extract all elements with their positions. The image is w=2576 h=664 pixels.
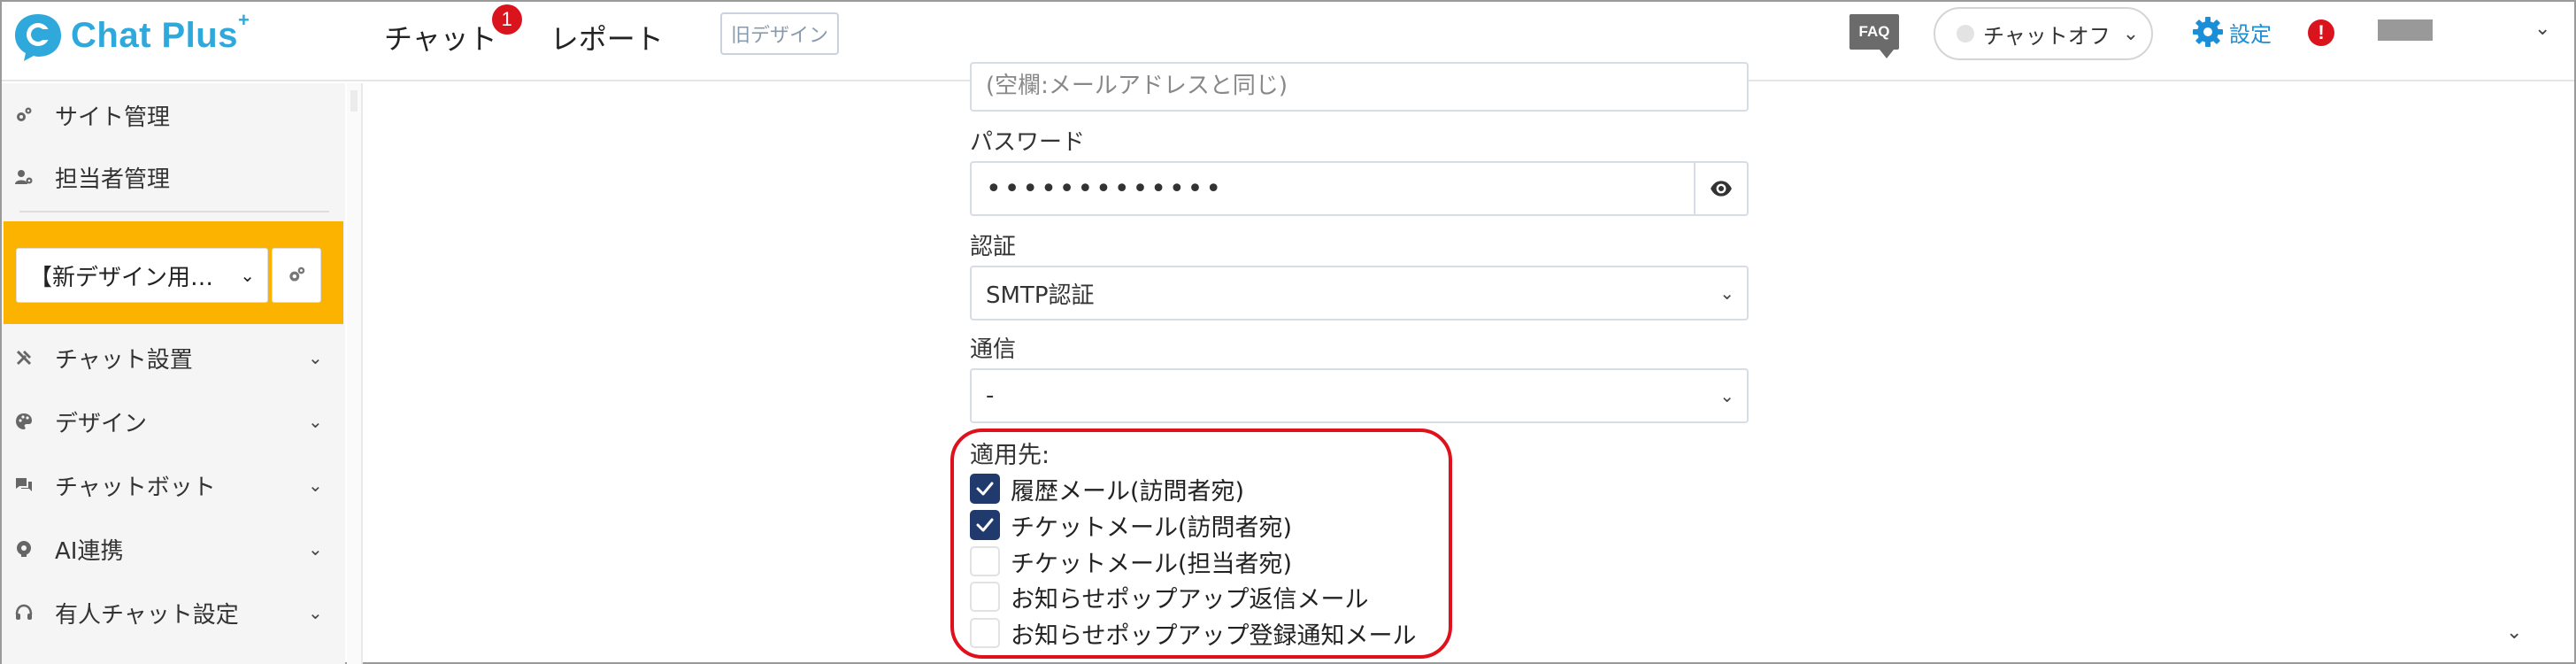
nav-report[interactable]: レポート <box>550 17 664 58</box>
main-nav: チャット 1 レポート <box>384 4 664 66</box>
password-field[interactable]: ••••••••••••• <box>970 161 1696 216</box>
chatplus-logo[interactable]: Chat Plus+ <box>12 9 250 66</box>
checkbox-popup-reply-mail[interactable]: お知らせポップアップ返信メール <box>970 581 1369 614</box>
chevron-down-icon: ⌄ <box>2122 22 2140 45</box>
checkbox-label: チケットメール(訪問者宛) <box>1011 513 1293 542</box>
chat-count-badge: 1 <box>491 4 522 35</box>
auth-label: 認証 <box>970 234 1017 260</box>
checkbox-ticket-mail-visitor[interactable]: チケットメール(訪問者宛) <box>970 509 1293 542</box>
alert-icon[interactable]: ! <box>2308 19 2334 46</box>
checkbox-history-mail-visitor[interactable]: 履歴メール(訪問者宛) <box>970 473 1245 506</box>
site-settings-button[interactable] <box>272 248 321 303</box>
site-selector-panel: 【新デザイン用… ⌄ <box>4 221 343 324</box>
settings-label: 設定 <box>2229 21 2272 47</box>
settings-button[interactable]: 設定 <box>2190 12 2272 51</box>
chat-bubbles-icon <box>14 475 34 495</box>
sidebar-scrollbar-thumb[interactable] <box>350 90 358 112</box>
gears-icon <box>14 105 34 125</box>
chat-status-label: チャットオフ <box>1983 23 2111 49</box>
sidebar-item-live-chat-settings[interactable]: 有人チャット設定 ⌄ <box>2 586 345 639</box>
faq-icon[interactable]: FAQ <box>1849 14 1899 58</box>
sidebar-item-chatbot[interactable]: チャットボット ⌄ <box>2 459 345 512</box>
smtp-user-field[interactable]: (空欄:メールアドレスと同じ) <box>970 62 1749 112</box>
gears-icon <box>289 266 305 282</box>
chevron-down-icon: ⌄ <box>308 602 323 623</box>
communication-select[interactable]: - ⌄ <box>970 368 1749 423</box>
checkbox-label: チケットメール(担当者宛) <box>1011 550 1293 578</box>
nav-chat[interactable]: チャット 1 <box>384 4 522 58</box>
sidebar-item-staff-management[interactable]: 担当者管理 <box>2 151 345 204</box>
sidebar-item-ai[interactable]: AI連携 ⌄ <box>2 522 345 575</box>
logo-text: Chat Plus+ <box>71 9 250 55</box>
palette-icon <box>14 412 34 431</box>
old-design-button[interactable]: 旧デザイン <box>720 12 839 55</box>
smtp-user-placeholder: (空欄:メールアドレスと同じ) <box>986 73 1288 99</box>
checkbox-checked[interactable] <box>970 474 1000 504</box>
show-password-button[interactable] <box>1694 161 1749 216</box>
checkbox-ticket-mail-staff[interactable]: チケットメール(担当者宛) <box>970 545 1293 578</box>
sidebar: サイト管理 担当者管理 【新デザイン用… ⌄ チャット設置 ⌄ デザイン ⌄ チ… <box>2 83 345 664</box>
status-dot-icon <box>1957 25 1974 42</box>
password-value: ••••••••••••• <box>986 173 1225 205</box>
site-select-dropdown[interactable]: 【新デザイン用… ⌄ <box>16 248 268 303</box>
sidebar-item-site-management[interactable]: サイト管理 <box>2 89 345 142</box>
user-menu-chevron-icon[interactable]: ⌄ <box>2534 18 2550 40</box>
checkbox-checked[interactable] <box>970 510 1000 540</box>
ai-icon <box>14 539 34 559</box>
chevron-down-icon: ⌄ <box>1719 385 1734 406</box>
sidebar-item-design[interactable]: デザイン ⌄ <box>2 395 345 448</box>
user-settings-icon <box>14 167 34 187</box>
auth-select[interactable]: SMTP認証 ⌄ <box>970 266 1749 320</box>
apply-to-label: 適用先: <box>970 442 1050 469</box>
checkbox-popup-register-mail[interactable]: お知らせポップアップ登録通知メール <box>970 617 1417 650</box>
sidebar-divider <box>19 211 329 212</box>
sidebar-scrollbar[interactable] <box>347 83 363 664</box>
chevron-down-icon: ⌄ <box>1719 282 1734 304</box>
user-avatar[interactable] <box>2378 19 2433 41</box>
chat-bubble-logo-icon <box>15 14 61 61</box>
communication-label: 通信 <box>970 336 1017 363</box>
chevron-down-icon: ⌄ <box>240 265 255 286</box>
checkbox-unchecked[interactable] <box>970 618 1000 648</box>
sidebar-item-label: 有人チャット設定 <box>55 601 239 629</box>
communication-select-value: - <box>986 382 995 409</box>
chevron-down-icon: ⌄ <box>308 538 323 560</box>
sidebar-item-label: チャットボット <box>55 474 216 501</box>
scroll-down-chevron-icon[interactable]: ⌄ <box>2506 622 2522 644</box>
sidebar-item-label: デザイン <box>55 410 148 437</box>
gear-icon <box>2193 17 2223 47</box>
sidebar-item-label: チャット設置 <box>55 346 193 374</box>
checkbox-label: 履歴メール(訪問者宛) <box>1011 477 1245 506</box>
check-icon <box>976 482 994 496</box>
auth-select-value: SMTP認証 <box>986 282 1095 309</box>
chevron-down-icon: ⌄ <box>308 475 323 496</box>
check-icon <box>976 518 994 532</box>
tools-icon <box>14 348 34 367</box>
chat-status-dropdown[interactable]: チャットオフ ⌄ <box>1934 7 2153 60</box>
eye-icon <box>1711 181 1732 197</box>
checkbox-label: お知らせポップアップ登録通知メール <box>1011 622 1417 650</box>
password-label: パスワード <box>970 129 1086 156</box>
checkbox-unchecked[interactable] <box>970 582 1000 612</box>
site-select-value: 【新デザイン用… <box>29 264 214 291</box>
checkbox-label: お知らせポップアップ返信メール <box>1011 585 1369 614</box>
headset-icon <box>14 603 34 622</box>
sidebar-item-label: AI連携 <box>55 537 124 565</box>
sidebar-item-chat-install[interactable]: チャット設置 ⌄ <box>2 331 345 384</box>
chevron-down-icon: ⌄ <box>308 347 323 368</box>
sidebar-item-label: サイト管理 <box>55 104 171 131</box>
checkbox-unchecked[interactable] <box>970 546 1000 576</box>
chevron-down-icon: ⌄ <box>308 411 323 432</box>
sidebar-item-label: 担当者管理 <box>55 166 171 193</box>
